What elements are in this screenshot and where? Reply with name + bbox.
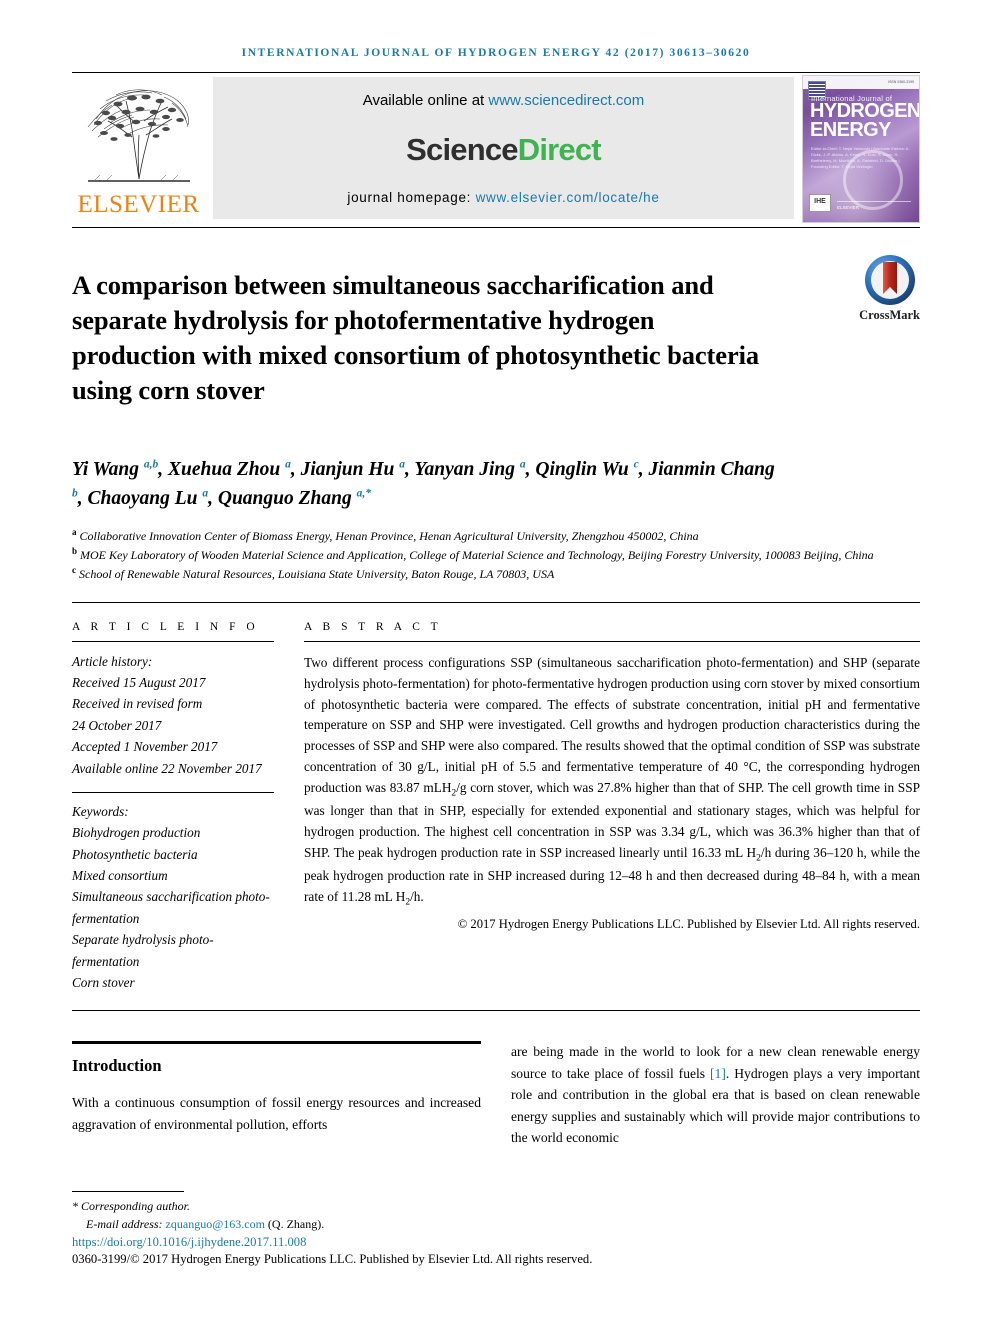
author-list: Yi Wang a,b, Xuehua Zhou a, Jianjun Hu a… (72, 458, 775, 509)
affiliation-a: a Collaborative Innovation Center of Bio… (72, 526, 920, 545)
elsevier-wordmark: ELSEVIER (77, 191, 200, 218)
footnote-rule (72, 1191, 184, 1192)
header-divider (72, 72, 920, 73)
abstract-divider (72, 1010, 920, 1012)
sciencedirect-logo-direct: Direct (517, 131, 602, 167)
email-line: E-mail address: zquanguo@163.com (Q. Zha… (72, 1215, 712, 1233)
elsevier-tree-icon (87, 89, 190, 182)
email-label: E-mail address: (86, 1217, 163, 1231)
journal-homepage-link[interactable]: www.elsevier.com/locate/he (476, 190, 660, 205)
body-columns: Introduction With a continuous consumpti… (72, 1041, 920, 1148)
corresponding-author-note: * Corresponding author. (72, 1199, 190, 1213)
affiliation-b-marker: b (72, 546, 78, 557)
sciencedirect-url-link[interactable]: www.sciencedirect.com (488, 92, 644, 109)
history-received: Received 15 August 2017 (72, 675, 206, 691)
keyword-item: Corn stover (72, 974, 135, 990)
available-online-line: Available online at www.sciencedirect.co… (363, 92, 645, 109)
crossmark-badge[interactable]: CrossMark (790, 250, 920, 426)
footnote-block: * Corresponding author. E-mail address: … (72, 1191, 712, 1267)
journal-masthead: ELSEVIER Available online at www.science… (72, 75, 920, 223)
affiliations-divider (72, 601, 920, 603)
article-info-rule (72, 640, 274, 642)
introduction-paragraph-right: are being made in the world to look for … (511, 1041, 920, 1148)
history-accepted: Accepted 1 November 2017 (72, 739, 218, 755)
info-abstract-section: A R T I C L E I N F O Article history: R… (72, 621, 920, 994)
affiliation-b: b MOE Key Laboratory of Wooden Material … (72, 545, 920, 564)
article-info-heading: A R T I C L E I N F O (72, 620, 259, 633)
body-column-left: Introduction With a continuous consumpti… (72, 1041, 481, 1148)
history-revised-form: Received in revised form (72, 696, 203, 712)
journal-homepage-label: journal homepage: (347, 190, 472, 205)
cover-title-line2: ENERGY (810, 119, 891, 142)
affiliation-c: c School of Renewable Natural Resources,… (72, 564, 920, 583)
history-available-online: Available online 22 November 2017 (72, 760, 262, 776)
sciencedirect-logo-science: Science (406, 131, 518, 167)
cover-ihe-icon: IHE (809, 194, 831, 212)
introduction-paragraph-left: With a continuous consumption of fossil … (72, 1095, 481, 1132)
abstract-rule (304, 640, 920, 642)
available-online-label: Available online at (362, 92, 485, 109)
abstract-column: A B S T R A C T Two different process co… (304, 621, 920, 994)
keywords-divider (72, 791, 274, 793)
title-row: A comparison between simultaneous saccha… (72, 250, 920, 426)
abstract-copyright: © 2017 Hydrogen Energy Publications LLC.… (457, 917, 920, 932)
cover-issn-text: ISSN 0360-3199 (888, 80, 914, 84)
cover-publisher-footer: ELSEVIER (837, 201, 911, 210)
abstract-heading: A B S T R A C T (304, 620, 442, 633)
crossmark-icon (864, 255, 915, 305)
citation-link-1[interactable]: [1] (710, 1066, 726, 1081)
history-revised-date: 24 October 2017 (72, 717, 162, 733)
journal-cover-thumbnail[interactable]: ISSN 0360-3199 International Journal of … (802, 75, 920, 223)
affiliation-c-text: School of Renewable Natural Resources, L… (79, 567, 555, 582)
elsevier-logo: ELSEVIER (72, 75, 205, 223)
email-owner: (Q. Zhang). (267, 1217, 325, 1231)
introduction-heading: Introduction (72, 1056, 162, 1076)
keyword-item: Mixed consortium (72, 868, 168, 884)
cover-editor-block: Editor-in-Chief: T. Nejat Veziroglu | As… (811, 146, 910, 169)
email-link[interactable]: zquanguo@163.com (166, 1217, 265, 1231)
crossmark-label: CrossMark (859, 308, 920, 322)
keyword-item: Simultaneous saccharification photo-ferm… (72, 889, 270, 926)
cover-journal-title: HYDROGEN ENERGY (810, 101, 919, 142)
article-history-label: Article history: (72, 653, 153, 669)
affiliation-list: a Collaborative Innovation Center of Bio… (72, 526, 920, 584)
article-first-page: INTERNATIONAL JOURNAL OF HYDROGEN ENERGY… (0, 0, 992, 1323)
keyword-item: Photosynthetic bacteria (72, 846, 198, 862)
page-title: A comparison between simultaneous saccha… (72, 269, 760, 406)
keyword-item: Separate hydrolysis photo-fermentation (72, 932, 214, 969)
running-head: INTERNATIONAL JOURNAL OF HYDROGEN ENERGY… (241, 47, 751, 59)
affiliation-c-marker: c (72, 565, 76, 576)
body-column-right: are being made in the world to look for … (511, 1041, 920, 1148)
journal-homepage-line: journal homepage: www.elsevier.com/locat… (347, 190, 659, 205)
keywords-block: Keywords: Biohydrogen production Photosy… (72, 801, 274, 993)
doi-link[interactable]: https://doi.org/10.1016/j.ijhydene.2017.… (72, 1235, 712, 1250)
article-info-column: A R T I C L E I N F O Article history: R… (72, 621, 304, 994)
sciencedirect-banner: Available online at www.sciencedirect.co… (213, 77, 794, 219)
affiliation-b-text: MOE Key Laboratory of Wooden Material Sc… (80, 548, 874, 563)
issn-copyright-line: 0360-3199/© 2017 Hydrogen Energy Publica… (72, 1252, 593, 1266)
abstract-body: Two different process configurations SSP… (304, 654, 920, 908)
affiliation-a-marker: a (72, 526, 77, 537)
keywords-label: Keywords: (72, 803, 129, 819)
article-history-block: Article history: Received 15 August 2017… (72, 651, 274, 779)
masthead-divider (72, 227, 920, 228)
sciencedirect-logo[interactable]: ScienceDirect (406, 132, 601, 168)
keyword-item: Biohydrogen production (72, 825, 201, 841)
introduction-rule (72, 1041, 481, 1045)
affiliation-a-text: Collaborative Innovation Center of Bioma… (79, 528, 699, 543)
